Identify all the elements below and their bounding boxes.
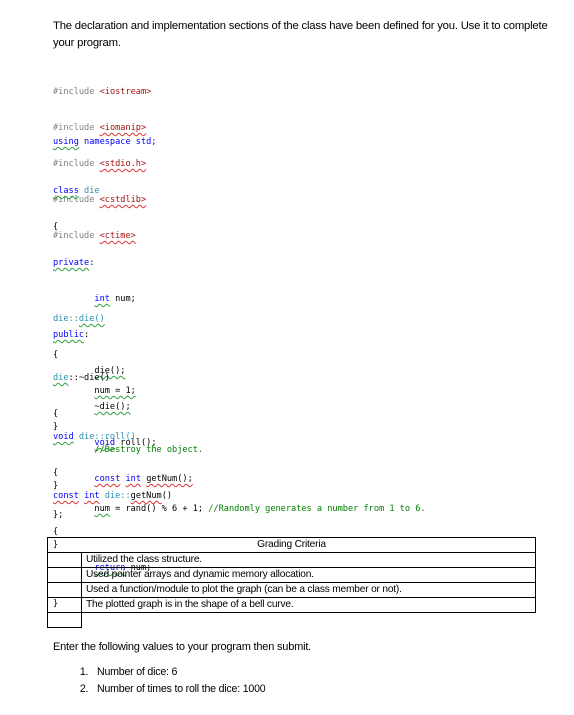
list-item: Number of dice: 6: [91, 664, 265, 681]
table-row: Used a function/module to plot the graph…: [47, 582, 536, 598]
include-line: #include <iostream>: [53, 87, 152, 97]
total-row: [47, 612, 536, 628]
criterion-text: Utilized the class structure.: [81, 552, 536, 568]
criterion-text: The plotted graph is in the shape of a b…: [81, 597, 536, 613]
using-namespace-line: using namespace std;: [53, 137, 157, 147]
criterion-text: Used pointer arrays and dynamic memory a…: [81, 567, 536, 583]
table-row: Used pointer arrays and dynamic memory a…: [47, 567, 536, 583]
table-header-row: Grading Criteria: [47, 537, 536, 553]
include-line: #include <iomanip>: [53, 123, 147, 133]
list-item: Number of times to roll the dice: 1000: [91, 681, 266, 698]
input-values-list: Number of dice: 6 Number of times to rol…: [53, 664, 266, 698]
score-cell: [47, 567, 82, 583]
table-row: Utilized the class structure.: [47, 552, 536, 568]
grading-criteria-table: Grading Criteria Utilized the class stru…: [47, 537, 536, 628]
total-score-cell: [47, 612, 82, 628]
criterion-text: Used a function/module to plot the graph…: [81, 582, 536, 598]
intro-paragraph: The declaration and implementation secti…: [53, 20, 548, 49]
score-cell: [47, 597, 82, 613]
score-cell: [47, 552, 82, 568]
table-row: The plotted graph is in the shape of a b…: [47, 597, 536, 613]
grading-title: Grading Criteria: [47, 537, 536, 553]
score-cell: [47, 582, 82, 598]
instructions-text: Enter the following values to your progr…: [53, 641, 312, 653]
